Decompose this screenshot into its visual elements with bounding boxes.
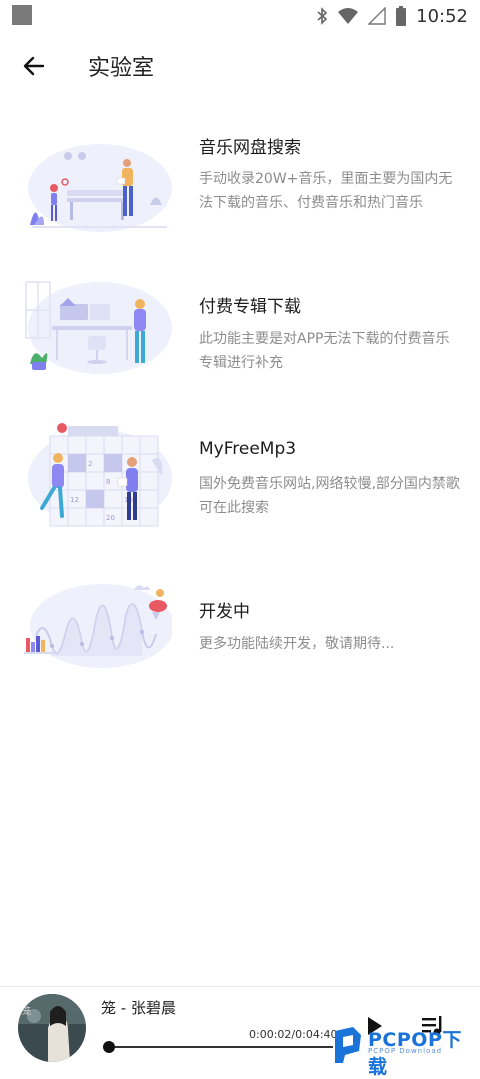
calendar-number: 20 — [106, 514, 115, 522]
item-description: 此功能主要是对APP无法下载的付费音乐专辑进行补充 — [199, 331, 450, 371]
list-item-in-development[interactable]: 开发中 更多功能陆续开发，敬请期待... — [0, 576, 480, 676]
notification-icon — [12, 5, 32, 25]
status-bar: 10:52 — [0, 0, 480, 32]
item-title: MyFreeMp3 — [199, 439, 297, 459]
item-description: 国外免费音乐网站,网络较慢,部分国内禁歌可在此搜索 — [199, 476, 460, 516]
back-button[interactable] — [16, 48, 52, 84]
svg-text:笼: 笼 — [22, 1005, 31, 1017]
arrow-left-icon — [23, 56, 45, 76]
album-cover[interactable]: 笼 — [18, 994, 86, 1062]
calendar-number: 8 — [106, 478, 110, 486]
playback-time: 0:00:02/0:04:40 — [249, 1028, 338, 1041]
item-title: 付费专辑下载 — [199, 297, 301, 317]
list-item-paid-album-download[interactable]: 付费专辑下载 此功能主要是对APP无法下载的付费音乐专辑进行补充 — [0, 276, 480, 386]
calendar-illustration: 2 8 9 12 16 20 — [28, 423, 172, 527]
office-desk-illustration — [25, 281, 172, 374]
battery-icon — [396, 6, 407, 26]
item-description: 更多功能陆续开发，敬请期待... — [199, 636, 395, 652]
pcpop-logo-icon — [335, 1027, 361, 1063]
item-description: 手动收录20W+音乐，里面主要为国内无法下载的音乐、付费音乐和热门音乐 — [199, 171, 453, 211]
calendar-number: 2 — [88, 460, 92, 468]
clock: 10:52 — [416, 5, 468, 27]
sound-wave-illustration — [24, 584, 172, 668]
list-item-myfreemp3[interactable]: 2 8 9 12 16 20 MyFreeMp3 国外免费音乐网站,网络较慢,部… — [0, 418, 480, 538]
park-bench-illustration — [28, 144, 172, 232]
signal-icon — [368, 7, 386, 25]
progress-thumb[interactable] — [102, 1041, 115, 1053]
song-title: 笼 - 张碧晨 — [101, 999, 176, 1017]
bluetooth-icon — [317, 7, 328, 25]
status-icons: 10:52 — [316, 4, 468, 28]
app-bar: 实验室 — [0, 32, 480, 98]
calendar-number: 12 — [70, 496, 79, 504]
list-item-netdisk-search[interactable]: 音乐网盘搜索 手动收录20W+音乐，里面主要为国内无法下载的音乐、付费音乐和热门… — [0, 120, 480, 250]
item-title: 音乐网盘搜索 — [199, 138, 301, 158]
page-title: 实验室 — [88, 56, 155, 81]
pcpop-watermark-logo: PCPOP下载 PCPOP Download — [331, 1025, 480, 1078]
album-art-image: 笼 — [18, 994, 86, 1062]
item-title: 开发中 — [199, 602, 250, 622]
progress-track[interactable] — [107, 1046, 333, 1048]
watermark-subtext: PCPOP Download — [368, 1047, 443, 1055]
wifi-icon — [338, 8, 359, 24]
